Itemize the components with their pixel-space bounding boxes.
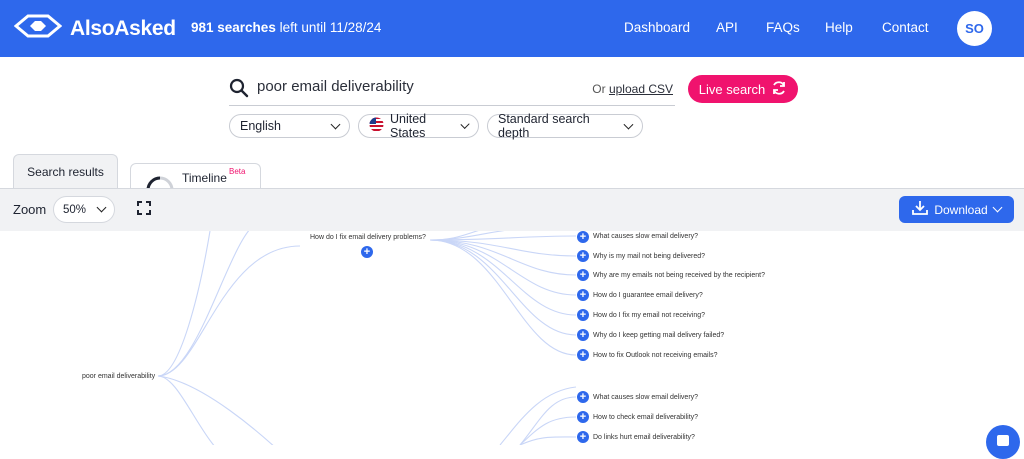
nav-api[interactable]: API: [716, 20, 738, 35]
alsoasked-logo-icon: [13, 13, 63, 44]
chevron-down-icon: [623, 119, 634, 129]
language-value: English: [240, 119, 281, 133]
fullscreen-icon[interactable]: [137, 201, 151, 220]
search-depth-select[interactable]: Standard search depth: [487, 112, 643, 140]
depth-value: Standard search depth: [498, 112, 590, 140]
chevron-down-icon: [330, 119, 341, 129]
tab-search-results-label: Search results: [27, 165, 104, 179]
expand-plus-icon[interactable]: +: [361, 246, 373, 258]
chevron-down-icon: [96, 202, 107, 213]
map-toolbar: Zoom 50% Download: [0, 189, 1024, 231]
refresh-icon: [771, 80, 787, 99]
search-icon: [229, 78, 249, 103]
expand-plus-icon[interactable]: +: [577, 309, 589, 321]
us-flag-icon: [369, 117, 384, 135]
child-question[interactable]: What causes slow email delivery?: [593, 394, 698, 401]
child-question[interactable]: Do links hurt email deliverability?: [593, 434, 695, 441]
tab-search-results[interactable]: Search results: [13, 154, 118, 189]
user-avatar[interactable]: SO: [957, 11, 992, 46]
tab-timeline[interactable]: Timeline Beta: [130, 163, 261, 191]
download-icon: [912, 200, 929, 219]
logo-text: AlsoAsked: [70, 16, 176, 40]
root-node[interactable]: poor email deliverability: [82, 373, 155, 380]
zoom-label: Zoom: [13, 202, 47, 217]
beta-badge: Beta: [229, 167, 246, 176]
nav-contact[interactable]: Contact: [882, 20, 929, 35]
chevron-down-icon: [460, 119, 470, 129]
chat-widget-button[interactable]: [986, 425, 1020, 459]
child-question[interactable]: Why do I keep getting mail delivery fail…: [593, 332, 724, 339]
child-question[interactable]: How do I guarantee email delivery?: [593, 292, 703, 299]
expand-plus-icon[interactable]: +: [577, 231, 589, 243]
logo[interactable]: AlsoAsked: [13, 13, 176, 44]
upload-csv-area: Or upload CSV: [592, 82, 673, 96]
country-value: United States: [390, 112, 427, 140]
search-input[interactable]: [257, 78, 587, 95]
tree-connectors: [157, 231, 577, 445]
live-search-button[interactable]: Live search: [688, 75, 798, 103]
expand-plus-icon[interactable]: +: [577, 431, 589, 443]
nav-faqs[interactable]: FAQs: [766, 20, 800, 35]
or-text: Or: [592, 82, 606, 96]
tab-timeline-label: Timeline: [182, 171, 227, 185]
child-question[interactable]: Why are my emails not being received by …: [593, 272, 765, 279]
expand-plus-icon[interactable]: +: [577, 250, 589, 262]
country-select[interactable]: United States: [358, 112, 479, 140]
child-question[interactable]: What causes slow email delivery?: [593, 233, 698, 240]
zoom-select[interactable]: 50%: [53, 196, 115, 223]
question-map-canvas[interactable]: poor email deliverability How do I fix e…: [0, 231, 1024, 445]
child-question[interactable]: How to fix Outlook not receiving emails?: [593, 352, 718, 359]
top-navbar: AlsoAsked 981 searches left until 11/28/…: [0, 0, 1024, 57]
live-search-label: Live search: [698, 81, 766, 97]
nav-dashboard[interactable]: Dashboard: [624, 20, 690, 35]
branch-question[interactable]: How do I fix email delivery problems?: [310, 234, 426, 241]
zoom-value: 50%: [63, 203, 87, 216]
expand-plus-icon[interactable]: +: [577, 349, 589, 361]
searches-count: 981 searches: [191, 20, 276, 35]
searches-suffix: left until 11/28/24: [279, 20, 382, 35]
upload-csv-link[interactable]: upload CSV: [609, 82, 673, 96]
expand-plus-icon[interactable]: +: [577, 269, 589, 281]
child-question[interactable]: How to check email deliverability?: [593, 414, 698, 421]
download-button[interactable]: Download: [899, 196, 1014, 223]
language-select[interactable]: English: [229, 114, 350, 138]
download-label: Download: [934, 202, 988, 217]
searches-remaining: 981 searches left until 11/28/24: [191, 20, 381, 35]
chevron-down-icon: [992, 202, 1003, 213]
chat-icon: [997, 435, 1009, 446]
expand-plus-icon[interactable]: +: [577, 329, 589, 341]
expand-plus-icon[interactable]: +: [577, 289, 589, 301]
expand-plus-icon[interactable]: +: [577, 391, 589, 403]
child-question[interactable]: How do I fix my email not receiving?: [593, 312, 705, 319]
search-bar: Or upload CSV: [229, 72, 675, 106]
expand-plus-icon[interactable]: +: [577, 411, 589, 423]
child-question[interactable]: Why is my mail not being delivered?: [593, 253, 705, 260]
nav-help[interactable]: Help: [825, 20, 853, 35]
